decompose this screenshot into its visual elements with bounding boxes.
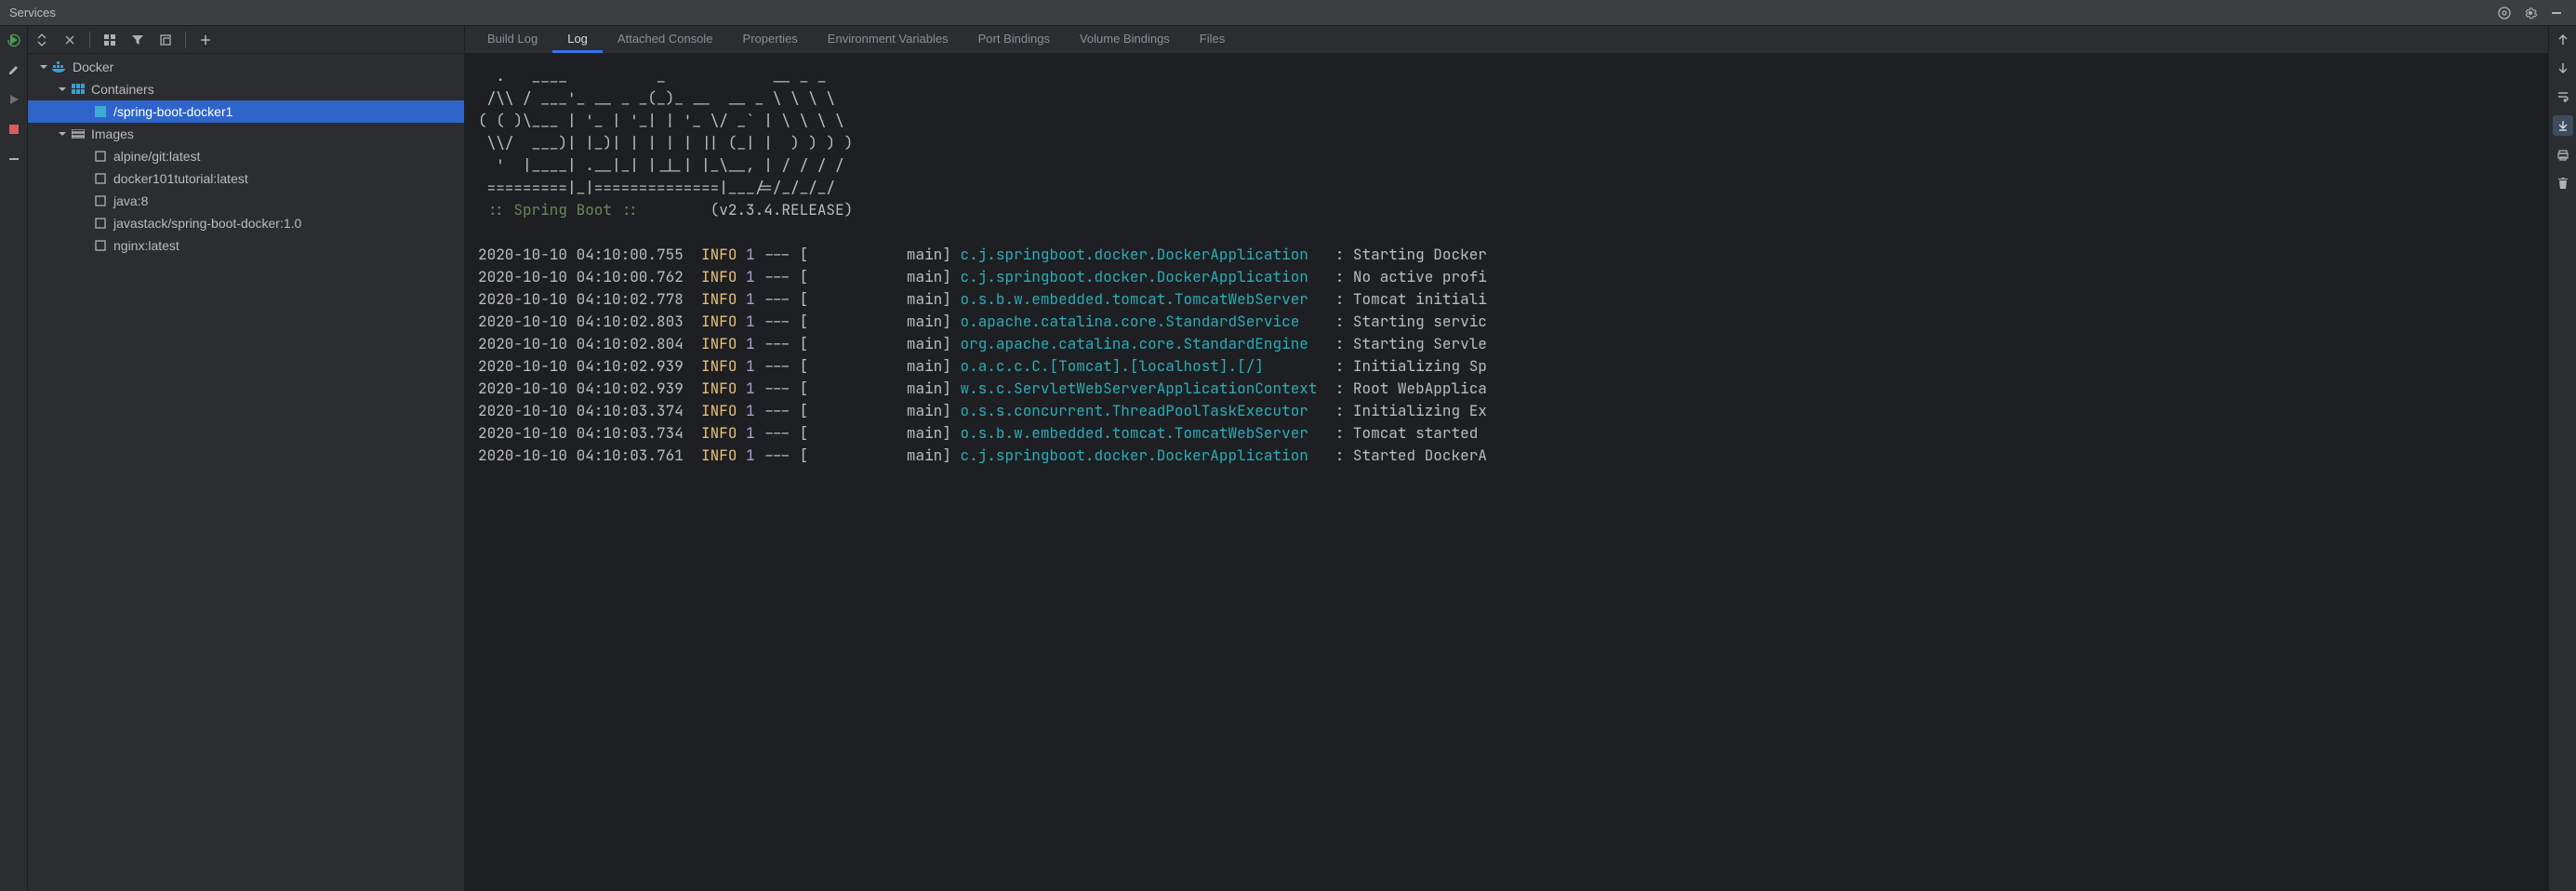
filter-icon[interactable] <box>129 32 146 48</box>
docker-icon <box>52 60 67 74</box>
collapse-all-icon[interactable] <box>61 32 78 48</box>
image-icon <box>93 193 108 208</box>
tab-attached-console[interactable]: Attached Console <box>603 26 728 53</box>
log-panel: Build LogLogAttached ConsolePropertiesEn… <box>465 26 2548 891</box>
tree-node-container-selected[interactable]: /spring-boot-docker1 <box>28 100 464 123</box>
trash-icon[interactable] <box>2555 175 2571 192</box>
image-icon <box>93 216 108 231</box>
tree-node-image[interactable]: java:8 <box>28 190 464 212</box>
print-icon[interactable] <box>2555 147 2571 164</box>
services-tree[interactable]: Docker Containers /spring-boot-docker1 I… <box>28 54 464 891</box>
add-icon[interactable] <box>197 32 214 48</box>
left-action-gutter <box>0 26 28 891</box>
minimize-icon[interactable] <box>2546 3 2567 23</box>
open-new-tab-icon[interactable] <box>157 32 174 48</box>
stop-icon[interactable] <box>6 121 22 138</box>
image-icon <box>93 171 108 186</box>
console-output[interactable]: . ____ _ __ _ _ /\\ / ___'_ __ _ _(_)_ _… <box>465 54 2548 891</box>
tree-node-containers[interactable]: Containers <box>28 78 464 100</box>
soft-wrap-icon[interactable] <box>2555 87 2571 104</box>
tree-node-image[interactable]: docker101tutorial:latest <box>28 167 464 190</box>
tree-node-label: /spring-boot-docker1 <box>113 104 232 119</box>
window-title: Services <box>9 6 56 20</box>
log-tabs: Build LogLogAttached ConsolePropertiesEn… <box>465 26 2548 54</box>
rerun-icon[interactable] <box>6 32 22 48</box>
right-action-gutter <box>2548 26 2576 891</box>
scroll-to-end-icon[interactable] <box>2553 115 2573 136</box>
image-icon <box>93 149 108 164</box>
container-running-icon <box>93 104 108 119</box>
tab-port-bindings[interactable]: Port Bindings <box>963 26 1065 53</box>
tab-volume-bindings[interactable]: Volume Bindings <box>1065 26 1185 53</box>
tree-node-label: javastack/spring-boot-docker:1.0 <box>113 216 301 231</box>
containers-icon <box>71 82 86 97</box>
tab-environment-variables[interactable]: Environment Variables <box>813 26 963 53</box>
arrow-up-icon[interactable] <box>2555 32 2571 48</box>
arrow-down-icon[interactable] <box>2555 60 2571 76</box>
services-tree-panel: Docker Containers /spring-boot-docker1 I… <box>28 26 465 891</box>
tree-node-image[interactable]: nginx:latest <box>28 234 464 257</box>
tree-node-label: nginx:latest <box>113 238 179 253</box>
play-icon[interactable] <box>6 91 22 108</box>
tree-node-label: Images <box>91 126 134 141</box>
edit-icon[interactable] <box>6 61 22 78</box>
tree-node-image[interactable]: javastack/spring-boot-docker:1.0 <box>28 212 464 234</box>
tree-node-image[interactable]: alpine/git:latest <box>28 145 464 167</box>
tree-node-label: alpine/git:latest <box>113 149 200 164</box>
tree-node-label: docker101tutorial:latest <box>113 171 248 186</box>
tree-node-label: Containers <box>91 82 154 97</box>
tree-node-images[interactable]: Images <box>28 123 464 145</box>
tab-properties[interactable]: Properties <box>728 26 813 53</box>
images-icon <box>71 126 86 141</box>
tab-build-log[interactable]: Build Log <box>472 26 552 53</box>
remove-icon[interactable] <box>6 151 22 167</box>
tree-node-docker[interactable]: Docker <box>28 56 464 78</box>
tree-toolbar <box>28 26 464 54</box>
titlebar: Services <box>0 0 2576 26</box>
tab-files[interactable]: Files <box>1185 26 1240 53</box>
target-icon[interactable] <box>2494 3 2515 23</box>
tab-log[interactable]: Log <box>552 26 603 53</box>
tree-node-label: java:8 <box>113 193 148 208</box>
image-icon <box>93 238 108 253</box>
tree-node-label: Docker <box>73 60 113 74</box>
group-by-icon[interactable] <box>101 32 118 48</box>
expand-all-icon[interactable] <box>33 32 50 48</box>
gear-icon[interactable] <box>2520 3 2541 23</box>
